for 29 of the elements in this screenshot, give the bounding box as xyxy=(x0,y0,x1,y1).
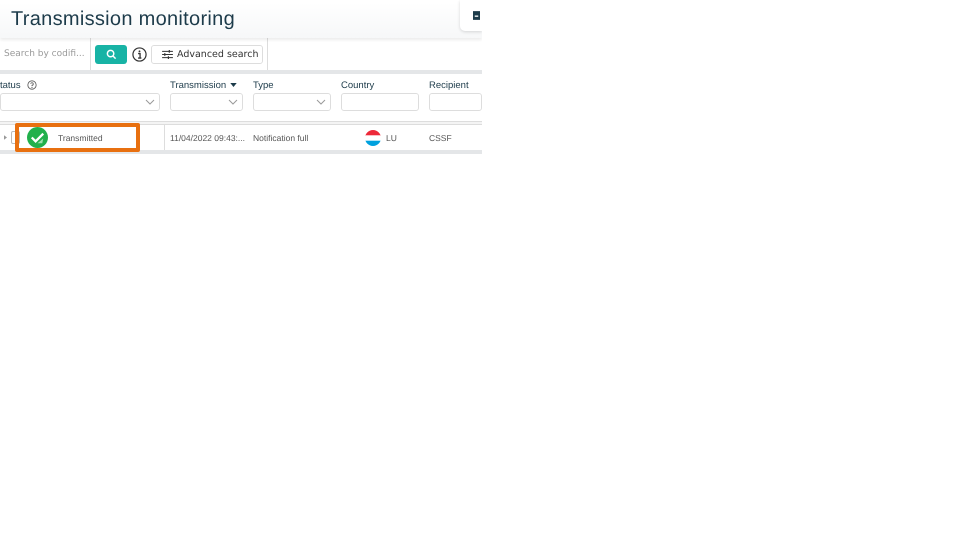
document-icon xyxy=(473,11,480,20)
table-cell: 11/04/2022 09:43:... xyxy=(170,132,245,142)
help-icon[interactable] xyxy=(26,80,37,90)
page-title: Transmission monitoring xyxy=(11,8,236,30)
column-header[interactable]: Type xyxy=(253,80,274,90)
sliders-icon xyxy=(162,50,173,58)
table-cell: LU xyxy=(386,132,397,142)
column-header[interactable]: Transmission xyxy=(170,80,226,90)
chevron-down-icon xyxy=(145,99,155,105)
table-cell: Notification full xyxy=(253,132,308,142)
info-icon[interactable] xyxy=(132,46,147,62)
flag-icon xyxy=(365,130,381,146)
filter-field[interactable] xyxy=(341,93,419,111)
expand-icon[interactable] xyxy=(4,135,7,140)
search-button[interactable] xyxy=(95,44,127,64)
export-button[interactable] xyxy=(460,0,482,31)
check-icon xyxy=(27,127,48,148)
table-cell: CSSF xyxy=(429,132,452,142)
column-header[interactable]: Country xyxy=(341,80,374,90)
column-header[interactable]: Recipient xyxy=(429,80,469,90)
column-header[interactable]: tatus xyxy=(0,80,21,90)
search-icon xyxy=(106,48,116,60)
status-text: Transmitted xyxy=(58,132,103,142)
filter-field[interactable] xyxy=(429,93,482,111)
chevron-down-icon xyxy=(228,99,238,105)
search-field[interactable]: Search by codifi... xyxy=(4,49,90,59)
chevron-down-icon xyxy=(316,99,326,105)
sort-icon[interactable] xyxy=(230,83,238,87)
advanced-search-button[interactable]: Advanced search xyxy=(151,44,263,64)
